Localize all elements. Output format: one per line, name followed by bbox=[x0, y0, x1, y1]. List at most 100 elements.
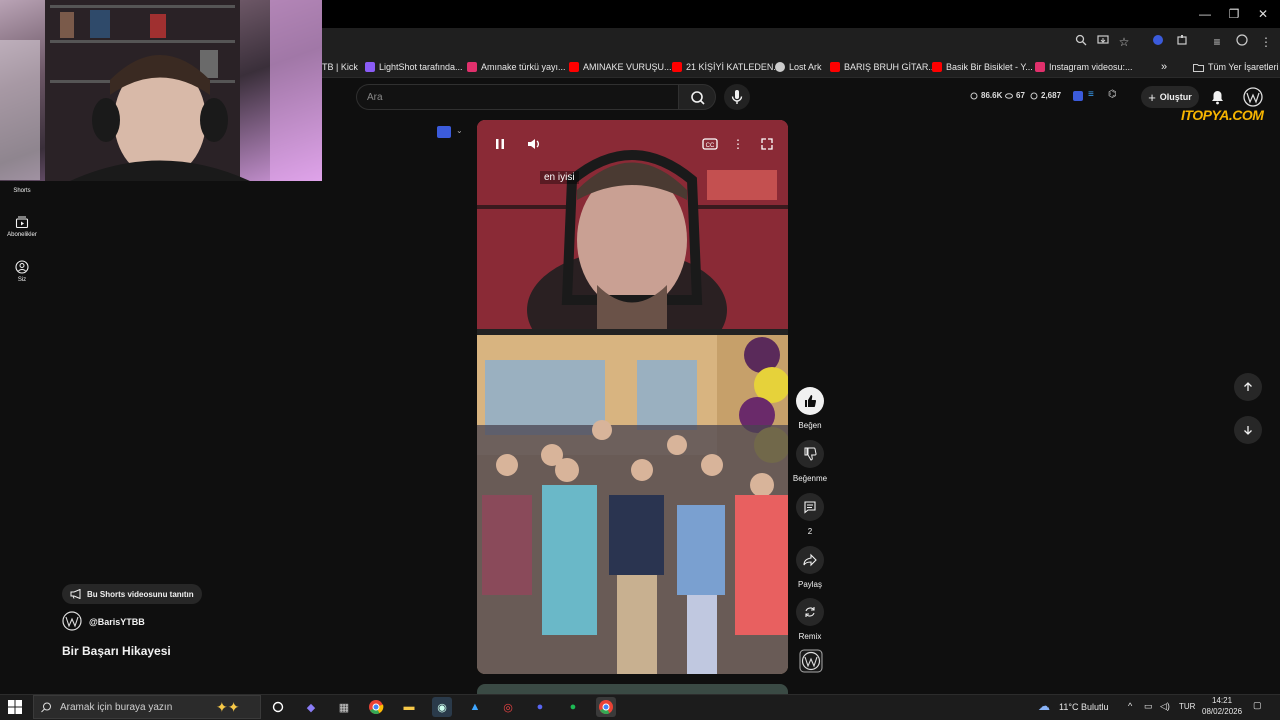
captions-button[interactable]: CC bbox=[700, 134, 720, 154]
like-circle bbox=[796, 387, 824, 415]
translate-icon[interactable]: ≡ bbox=[1088, 89, 1094, 100]
search-button[interactable] bbox=[678, 84, 716, 110]
bookmark-star-icon[interactable]: ☆ bbox=[1116, 34, 1132, 50]
weather-icon: ☁ bbox=[1038, 699, 1050, 713]
all-bookmarks-label: Tüm Yer İşaretleri bbox=[1208, 62, 1279, 72]
minimize-button[interactable]: — bbox=[1190, 4, 1220, 24]
extension-badge-icon[interactable] bbox=[1073, 91, 1083, 101]
channel-handle[interactable]: @BarisYTBB bbox=[89, 617, 145, 627]
lightshot-icon bbox=[365, 62, 375, 72]
pause-button[interactable] bbox=[490, 134, 510, 154]
eye-icon bbox=[1005, 93, 1013, 99]
bookmark-item[interactable]: TB | Kick bbox=[322, 59, 358, 75]
channel-avatar[interactable] bbox=[62, 611, 82, 631]
task-view-button[interactable] bbox=[268, 697, 288, 717]
sidebar-item-shorts[interactable]: Shorts bbox=[0, 188, 44, 194]
promote-shorts-button[interactable]: Bu Shorts videosunu tanıtın bbox=[62, 584, 202, 604]
svg-text:CC: CC bbox=[706, 143, 715, 149]
cortana-icon bbox=[272, 701, 284, 713]
globe-icon bbox=[775, 62, 785, 72]
thumbs-up-icon bbox=[805, 395, 817, 408]
plus-icon: + bbox=[1148, 89, 1156, 105]
dislike-circle bbox=[796, 440, 824, 468]
network-icon[interactable]: ▭ bbox=[1144, 701, 1153, 712]
pause-icon bbox=[496, 139, 504, 149]
bookmark-label: Lost Ark bbox=[789, 62, 822, 72]
discord-icon[interactable]: ● bbox=[530, 697, 550, 717]
cast-icon[interactable]: ⌬ bbox=[1108, 89, 1117, 100]
channel-logo-icon bbox=[799, 649, 823, 673]
extensions-puzzle-icon[interactable] bbox=[1174, 34, 1190, 50]
search-icon bbox=[691, 91, 705, 105]
like-button[interactable]: Beğen bbox=[792, 387, 828, 430]
taskbar-search-placeholder: Aramak için buraya yazın bbox=[60, 701, 173, 713]
youtube-icon bbox=[932, 62, 942, 72]
weather-text[interactable]: 11°C Bulutlu bbox=[1059, 702, 1108, 712]
previous-video-button[interactable] bbox=[1234, 373, 1262, 401]
profile-icon[interactable] bbox=[1234, 34, 1250, 50]
bookmark-item[interactable]: 21 KİŞİYİ KATLEDEN... bbox=[672, 59, 781, 75]
fullscreen-button[interactable] bbox=[757, 134, 777, 154]
chrome-icon[interactable] bbox=[366, 697, 386, 717]
zoom-icon[interactable] bbox=[1073, 34, 1089, 50]
share-button[interactable]: Paylaş bbox=[792, 546, 828, 589]
sidebar-item-subscriptions[interactable]: Abonelikler bbox=[0, 215, 44, 238]
likes-count: 67 bbox=[1016, 91, 1025, 100]
next-video-preview[interactable] bbox=[477, 684, 788, 694]
bookmark-label: Basik Bir Bisiklet - Y... bbox=[946, 62, 1033, 72]
bookmark-item[interactable]: AMINAKE VURUŞU... bbox=[569, 59, 672, 75]
steam-icon[interactable]: ◉ bbox=[432, 697, 452, 717]
arrow-down-icon bbox=[1244, 426, 1252, 435]
remix-circle bbox=[796, 598, 824, 626]
install-app-icon[interactable] bbox=[1095, 34, 1111, 50]
channel-avatar-small[interactable] bbox=[799, 649, 823, 678]
bookmark-item[interactable]: Amınake türkü yayı... bbox=[467, 59, 566, 75]
start-button[interactable] bbox=[8, 700, 22, 714]
microphone-icon bbox=[731, 90, 743, 104]
chevron-down-icon[interactable]: ⌄ bbox=[456, 126, 463, 135]
views-icon bbox=[970, 92, 978, 100]
comments-count: 2 bbox=[807, 527, 813, 536]
app-icon-1[interactable]: ◆ bbox=[301, 697, 321, 717]
comments-button[interactable]: 2 bbox=[792, 493, 828, 536]
browser-menu-icon[interactable]: ⋮ bbox=[1258, 34, 1274, 50]
media-control-icon[interactable]: ≡ bbox=[1209, 34, 1225, 50]
volume-button[interactable] bbox=[524, 134, 544, 154]
bookmark-item[interactable]: Basik Bir Bisiklet - Y... bbox=[932, 59, 1033, 75]
file-explorer-icon[interactable]: ▬ bbox=[399, 697, 419, 717]
create-button[interactable]: + Oluştur bbox=[1141, 86, 1199, 108]
voice-search-button[interactable] bbox=[724, 84, 750, 110]
remix-button[interactable]: Remix bbox=[792, 598, 828, 641]
app-icon-3[interactable]: ◎ bbox=[498, 697, 518, 717]
search-input[interactable] bbox=[367, 85, 667, 109]
app-icon-2[interactable]: ▲ bbox=[465, 697, 485, 717]
shorts-video-player[interactable] bbox=[477, 120, 788, 674]
bookmarks-overflow-button[interactable]: » bbox=[1161, 59, 1167, 75]
bookmark-item[interactable]: Instagram videosu:... bbox=[1035, 59, 1133, 75]
bookmark-item[interactable]: LightShot tarafında... bbox=[365, 59, 463, 75]
extension-icon[interactable] bbox=[1150, 34, 1166, 50]
taskbar-search-box[interactable]: Aramak için buraya yazın ✦✦ bbox=[33, 695, 261, 719]
bookmark-item[interactable]: Lost Ark bbox=[775, 59, 822, 75]
chrome-active-icon[interactable] bbox=[596, 697, 616, 717]
volume-tray-icon[interactable]: ◁) bbox=[1160, 701, 1170, 712]
clock-date[interactable]: 08/02/2026 bbox=[1202, 707, 1242, 716]
clock-time[interactable]: 14:21 bbox=[1212, 696, 1232, 705]
language-indicator[interactable]: TUR bbox=[1179, 702, 1195, 711]
sparkle-icon: ✦✦ bbox=[216, 699, 240, 715]
next-video-button[interactable] bbox=[1234, 416, 1262, 444]
store-icon[interactable]: ▦ bbox=[334, 697, 354, 717]
all-bookmarks-button[interactable]: Tüm Yer İşaretleri bbox=[1193, 59, 1279, 75]
notification-center-icon[interactable]: ▢ bbox=[1253, 700, 1262, 711]
more-options-button[interactable]: ⋮ bbox=[728, 134, 748, 154]
sidebar-item-you[interactable]: Siz bbox=[0, 260, 44, 283]
taskbar-search-icon bbox=[41, 702, 51, 713]
bookmark-item[interactable]: BARIŞ BRUH GİTAR... bbox=[830, 59, 936, 75]
dislike-button[interactable]: Beğenme bbox=[792, 440, 828, 483]
spotify-icon[interactable]: ● bbox=[563, 697, 583, 717]
close-button[interactable]: ✕ bbox=[1248, 4, 1278, 24]
extension-video-badge-icon[interactable] bbox=[437, 126, 451, 138]
youtube-icon bbox=[672, 62, 682, 72]
tray-overflow-icon[interactable]: ^ bbox=[1128, 701, 1132, 711]
maximize-button[interactable]: ❐ bbox=[1219, 4, 1249, 24]
